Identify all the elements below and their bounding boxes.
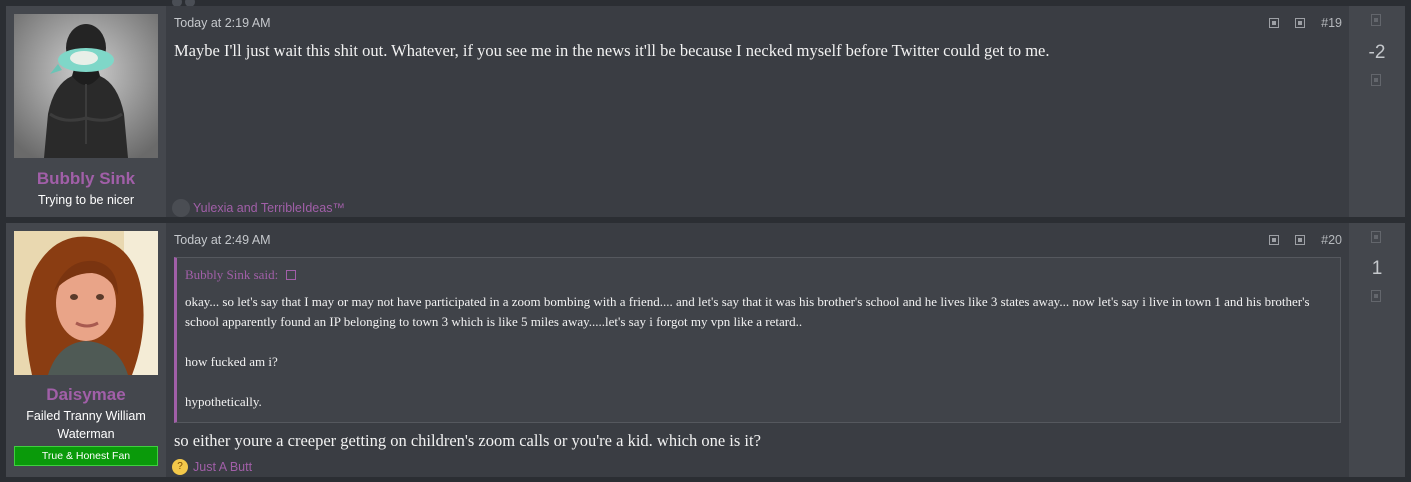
downvote-icon[interactable] bbox=[1371, 74, 1381, 86]
post-content: Today at 2:49 AM #20 Bubbly Sink said: o… bbox=[166, 223, 1349, 477]
quote-paragraph: hypothetically. bbox=[185, 394, 262, 409]
user-info: Bubbly Sink Trying to be nicer bbox=[6, 6, 166, 217]
quote-paragraph: okay... so let's say that I may or may n… bbox=[185, 294, 1310, 329]
thinking-emoji-icon: ? bbox=[172, 459, 188, 475]
share-icon[interactable] bbox=[1295, 235, 1306, 245]
user-title: Failed Tranny William Waterman bbox=[26, 409, 146, 441]
vote-score: 1 bbox=[1371, 258, 1383, 279]
post-tools: #19 bbox=[1269, 16, 1342, 30]
quote-header[interactable]: Bubbly Sink said: bbox=[185, 267, 297, 283]
quote-author[interactable]: Bubbly Sink said: bbox=[185, 267, 278, 282]
reactions-bar[interactable]: Yulexia and TerribleIdeas™ bbox=[172, 199, 345, 217]
avatar[interactable] bbox=[14, 231, 158, 375]
post-date[interactable]: Today at 2:49 AM bbox=[174, 233, 271, 247]
reaction-users[interactable]: Just A Butt bbox=[193, 460, 252, 474]
reaction-users[interactable]: Yulexia and TerribleIdeas™ bbox=[193, 201, 345, 215]
vote-score: -2 bbox=[1368, 42, 1386, 63]
downvote-icon[interactable] bbox=[1371, 290, 1381, 302]
share-icon[interactable] bbox=[1295, 18, 1306, 28]
user-info: Daisymae Failed Tranny William Waterman … bbox=[6, 223, 166, 477]
post-date[interactable]: Today at 2:19 AM bbox=[174, 16, 271, 30]
upvote-icon[interactable] bbox=[1371, 231, 1381, 243]
post-content: Today at 2:19 AM #19 Maybe I'll just wai… bbox=[166, 6, 1349, 217]
user-title: Trying to be nicer bbox=[37, 193, 135, 207]
reactions-bar[interactable]: ? Just A Butt bbox=[172, 459, 252, 475]
user-banner: True & Honest Fan bbox=[14, 446, 158, 466]
post-19: Bubbly Sink Trying to be nicer Today at … bbox=[6, 6, 1405, 217]
username[interactable]: Daisymae bbox=[6, 385, 166, 405]
quote-expand-icon[interactable] bbox=[286, 270, 297, 280]
post-20: Daisymae Failed Tranny William Waterman … bbox=[6, 223, 1405, 477]
upvote-icon[interactable] bbox=[1371, 14, 1381, 26]
bookmark-icon[interactable] bbox=[1269, 18, 1280, 28]
vote-column: -2 bbox=[1349, 6, 1405, 217]
reaction-avatar-icon bbox=[172, 199, 190, 217]
bookmark-icon[interactable] bbox=[1269, 235, 1280, 245]
post-number[interactable]: #19 bbox=[1321, 16, 1342, 30]
quote-block: Bubbly Sink said: okay... so let's say t… bbox=[174, 257, 1341, 423]
post-body: Maybe I'll just wait this shit out. What… bbox=[174, 41, 1050, 60]
post-tools: #20 bbox=[1269, 233, 1342, 247]
post-body: so either youre a creeper getting on chi… bbox=[174, 431, 761, 450]
quote-paragraph: how fucked am i? bbox=[185, 354, 278, 369]
post-number[interactable]: #20 bbox=[1321, 233, 1342, 247]
previous-post-reaction-stub bbox=[172, 0, 202, 7]
avatar[interactable] bbox=[14, 14, 158, 158]
quote-body: okay... so let's say that I may or may n… bbox=[185, 292, 1332, 432]
username[interactable]: Bubbly Sink bbox=[6, 169, 166, 189]
vote-column: 1 bbox=[1349, 223, 1405, 477]
